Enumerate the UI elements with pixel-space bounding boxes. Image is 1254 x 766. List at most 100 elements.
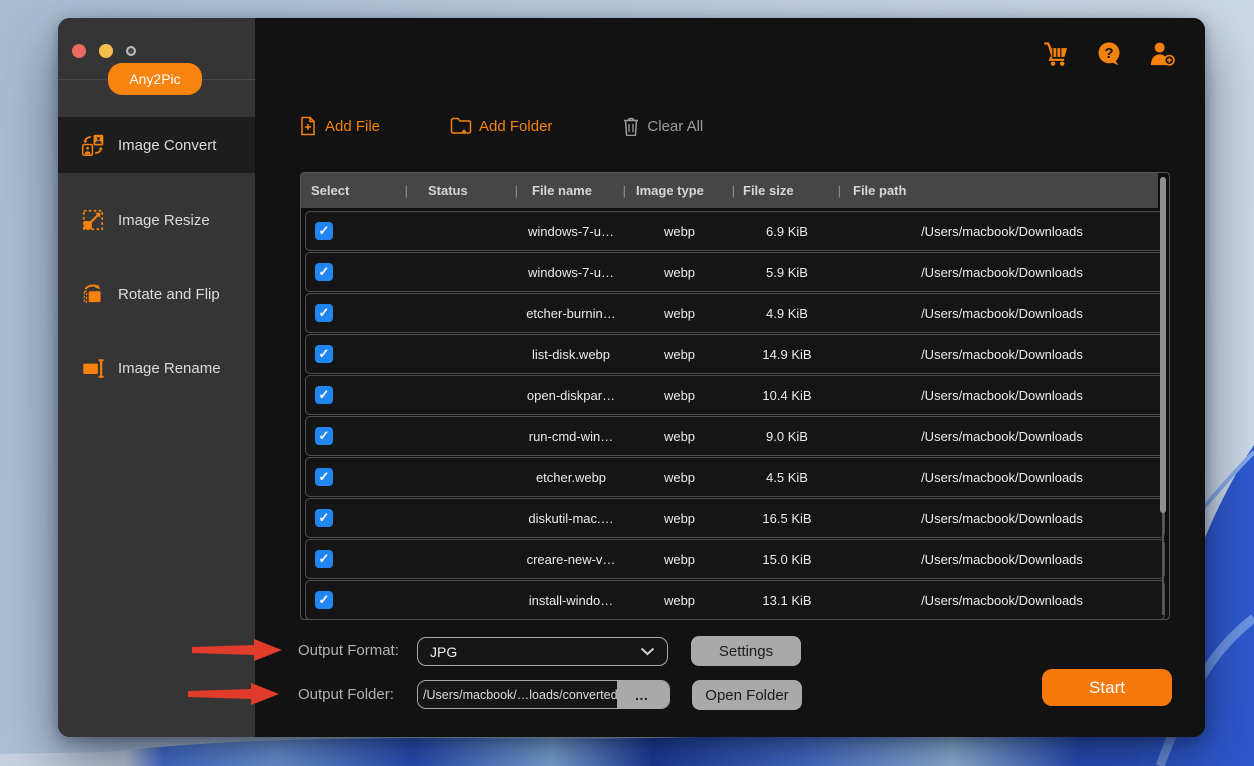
- app-badge: Any2Pic: [108, 63, 202, 95]
- file-name-cell: list-disk.webp: [531, 346, 611, 362]
- close-button[interactable]: [72, 44, 86, 58]
- file-name-cell: diskutil-mac.…: [528, 510, 614, 526]
- image-type-cell: webp: [663, 469, 696, 485]
- start-button[interactable]: Start: [1042, 669, 1172, 706]
- sidebar-item-label: Image Rename: [118, 359, 221, 377]
- rotate-flip-icon: [83, 284, 101, 303]
- column-separator: |: [404, 183, 408, 198]
- file-table: Select | Status | File name | Image type | F…: [300, 172, 1170, 620]
- file-path-cell: /Users/macbook/Downloads: [921, 551, 1083, 567]
- sidebar-item-label: Image Resize: [118, 211, 210, 229]
- image-type-cell: webp: [663, 551, 696, 567]
- row-checkbox[interactable]: ✓: [315, 468, 333, 486]
- row-checkbox[interactable]: ✓: [315, 263, 333, 281]
- table-row[interactable]: ✓ creare-new-v… webp 15.0 KiB /Users/mac…: [305, 539, 1165, 579]
- select-cell: ✓: [306, 345, 407, 363]
- help-button[interactable]: ?: [1094, 39, 1124, 69]
- header-cell-image-type: Image type |: [636, 183, 735, 198]
- cart-icon: [1044, 42, 1068, 66]
- image-type-cell: webp: [663, 264, 696, 280]
- add-user-icon: [1150, 42, 1175, 66]
- header-cell-select: Select |: [311, 183, 408, 198]
- select-cell: ✓: [306, 550, 407, 568]
- add-folder-button[interactable]: Add Folder: [450, 116, 552, 136]
- file-name-cell: run-cmd-win…: [528, 428, 614, 444]
- output-format-label: Output Format:: [298, 642, 399, 659]
- account-button[interactable]: [1147, 39, 1177, 69]
- file-name-cell: etcher.webp: [535, 469, 607, 485]
- image-type-cell: webp: [663, 428, 696, 444]
- table-row[interactable]: ✓ open-diskpar… webp 10.4 KiB /Users/mac…: [305, 375, 1165, 415]
- file-size-cell: 14.9 KiB: [762, 346, 812, 362]
- file-path-cell: /Users/macbook/Downloads: [921, 223, 1083, 239]
- scrollbar-thumb[interactable]: [1160, 177, 1166, 513]
- table-row[interactable]: ✓ install-windo… webp 13.1 KiB /Users/ma…: [305, 580, 1165, 620]
- table-row[interactable]: ✓ diskutil-mac.… webp 16.5 KiB /Users/ma…: [305, 498, 1165, 538]
- clear-all-button[interactable]: Clear All: [622, 116, 703, 136]
- row-checkbox[interactable]: ✓: [315, 427, 333, 445]
- table-row[interactable]: ✓ run-cmd-win… webp 9.0 KiB /Users/macbo…: [305, 416, 1165, 456]
- image-type-cell: webp: [663, 510, 696, 526]
- file-path-cell: /Users/macbook/Downloads: [921, 428, 1083, 444]
- file-size-cell: 13.1 KiB: [762, 592, 812, 608]
- select-cell: ✓: [306, 427, 407, 445]
- row-checkbox[interactable]: ✓: [315, 345, 333, 363]
- table-row[interactable]: ✓ etcher.webp webp 4.5 KiB /Users/macboo…: [305, 457, 1165, 497]
- table-row[interactable]: ✓ list-disk.webp webp 14.9 KiB /Users/ma…: [305, 334, 1165, 374]
- row-checkbox[interactable]: ✓: [315, 591, 333, 609]
- open-folder-button[interactable]: Open Folder: [692, 680, 802, 710]
- scrollbar-track: [1162, 513, 1164, 615]
- table-row[interactable]: ✓ windows-7-u… webp 6.9 KiB /Users/macbo…: [305, 211, 1165, 251]
- image-type-cell: webp: [663, 346, 696, 362]
- clear-all-label: Clear All: [647, 117, 704, 135]
- row-checkbox[interactable]: ✓: [315, 222, 333, 240]
- output-folder-group: …: [417, 680, 670, 709]
- add-file-button[interactable]: Add File: [298, 116, 380, 136]
- row-checkbox[interactable]: ✓: [315, 550, 333, 568]
- zoom-button[interactable]: [126, 46, 136, 56]
- sidebar-item-label: Rotate and Flip: [118, 285, 220, 303]
- table-row[interactable]: ✓ windows-7-u… webp 5.9 KiB /Users/macbo…: [305, 252, 1165, 292]
- help-icon: ?: [1098, 42, 1120, 66]
- image-convert-icon: [81, 134, 104, 157]
- sidebar-item-rotate-and-flip[interactable]: Rotate and Flip: [58, 266, 255, 322]
- file-size-cell: 4.9 KiB: [766, 305, 808, 321]
- output-format-select[interactable]: JPG: [417, 637, 668, 666]
- file-path-cell: /Users/macbook/Downloads: [921, 264, 1083, 280]
- table-header: Select | Status | File name | Image type | F…: [301, 173, 1158, 208]
- store-button[interactable]: [1041, 39, 1071, 69]
- column-separator: |: [622, 183, 626, 198]
- chevron-down-icon: [640, 647, 655, 656]
- sidebar-item-image-resize[interactable]: Image Resize: [58, 192, 255, 248]
- file-name-cell: creare-new-v…: [526, 551, 616, 567]
- file-name-cell: open-diskpar…: [526, 387, 616, 403]
- column-separator: |: [837, 183, 841, 198]
- sidebar-item-image-convert[interactable]: Image Convert: [58, 117, 255, 173]
- header-cell-file-name: File name |: [532, 183, 626, 198]
- output-folder-input[interactable]: [418, 681, 617, 708]
- add-file-icon: [301, 116, 315, 136]
- file-name-cell: windows-7-u…: [528, 264, 614, 280]
- output-folder-label: Output Folder:: [298, 686, 394, 703]
- header-cell-status: Status |: [428, 183, 518, 198]
- annotation-arrow-output-folder: [188, 683, 279, 705]
- file-path-cell: /Users/macbook/Downloads: [921, 346, 1083, 362]
- select-cell: ✓: [306, 509, 407, 527]
- file-size-cell: 9.0 KiB: [766, 428, 808, 444]
- minimize-button[interactable]: [99, 44, 113, 58]
- file-path-cell: /Users/macbook/Downloads: [921, 592, 1083, 608]
- settings-button[interactable]: Settings: [691, 636, 801, 666]
- sidebar-item-image-rename[interactable]: Image Rename: [58, 340, 255, 396]
- image-resize-icon: [82, 209, 104, 231]
- table-row[interactable]: ✓ etcher-burnin… webp 4.9 KiB /Users/mac…: [305, 293, 1165, 333]
- row-checkbox[interactable]: ✓: [315, 386, 333, 404]
- browse-button[interactable]: …: [617, 681, 669, 708]
- trash-icon: [624, 117, 639, 136]
- column-separator: |: [514, 183, 518, 198]
- image-rename-icon: [83, 359, 104, 378]
- add-folder-icon: [450, 117, 472, 134]
- sidebar-item-label: Image Convert: [118, 136, 217, 154]
- row-checkbox[interactable]: ✓: [315, 304, 333, 322]
- add-folder-label: Add Folder: [479, 117, 553, 135]
- row-checkbox[interactable]: ✓: [315, 509, 333, 527]
